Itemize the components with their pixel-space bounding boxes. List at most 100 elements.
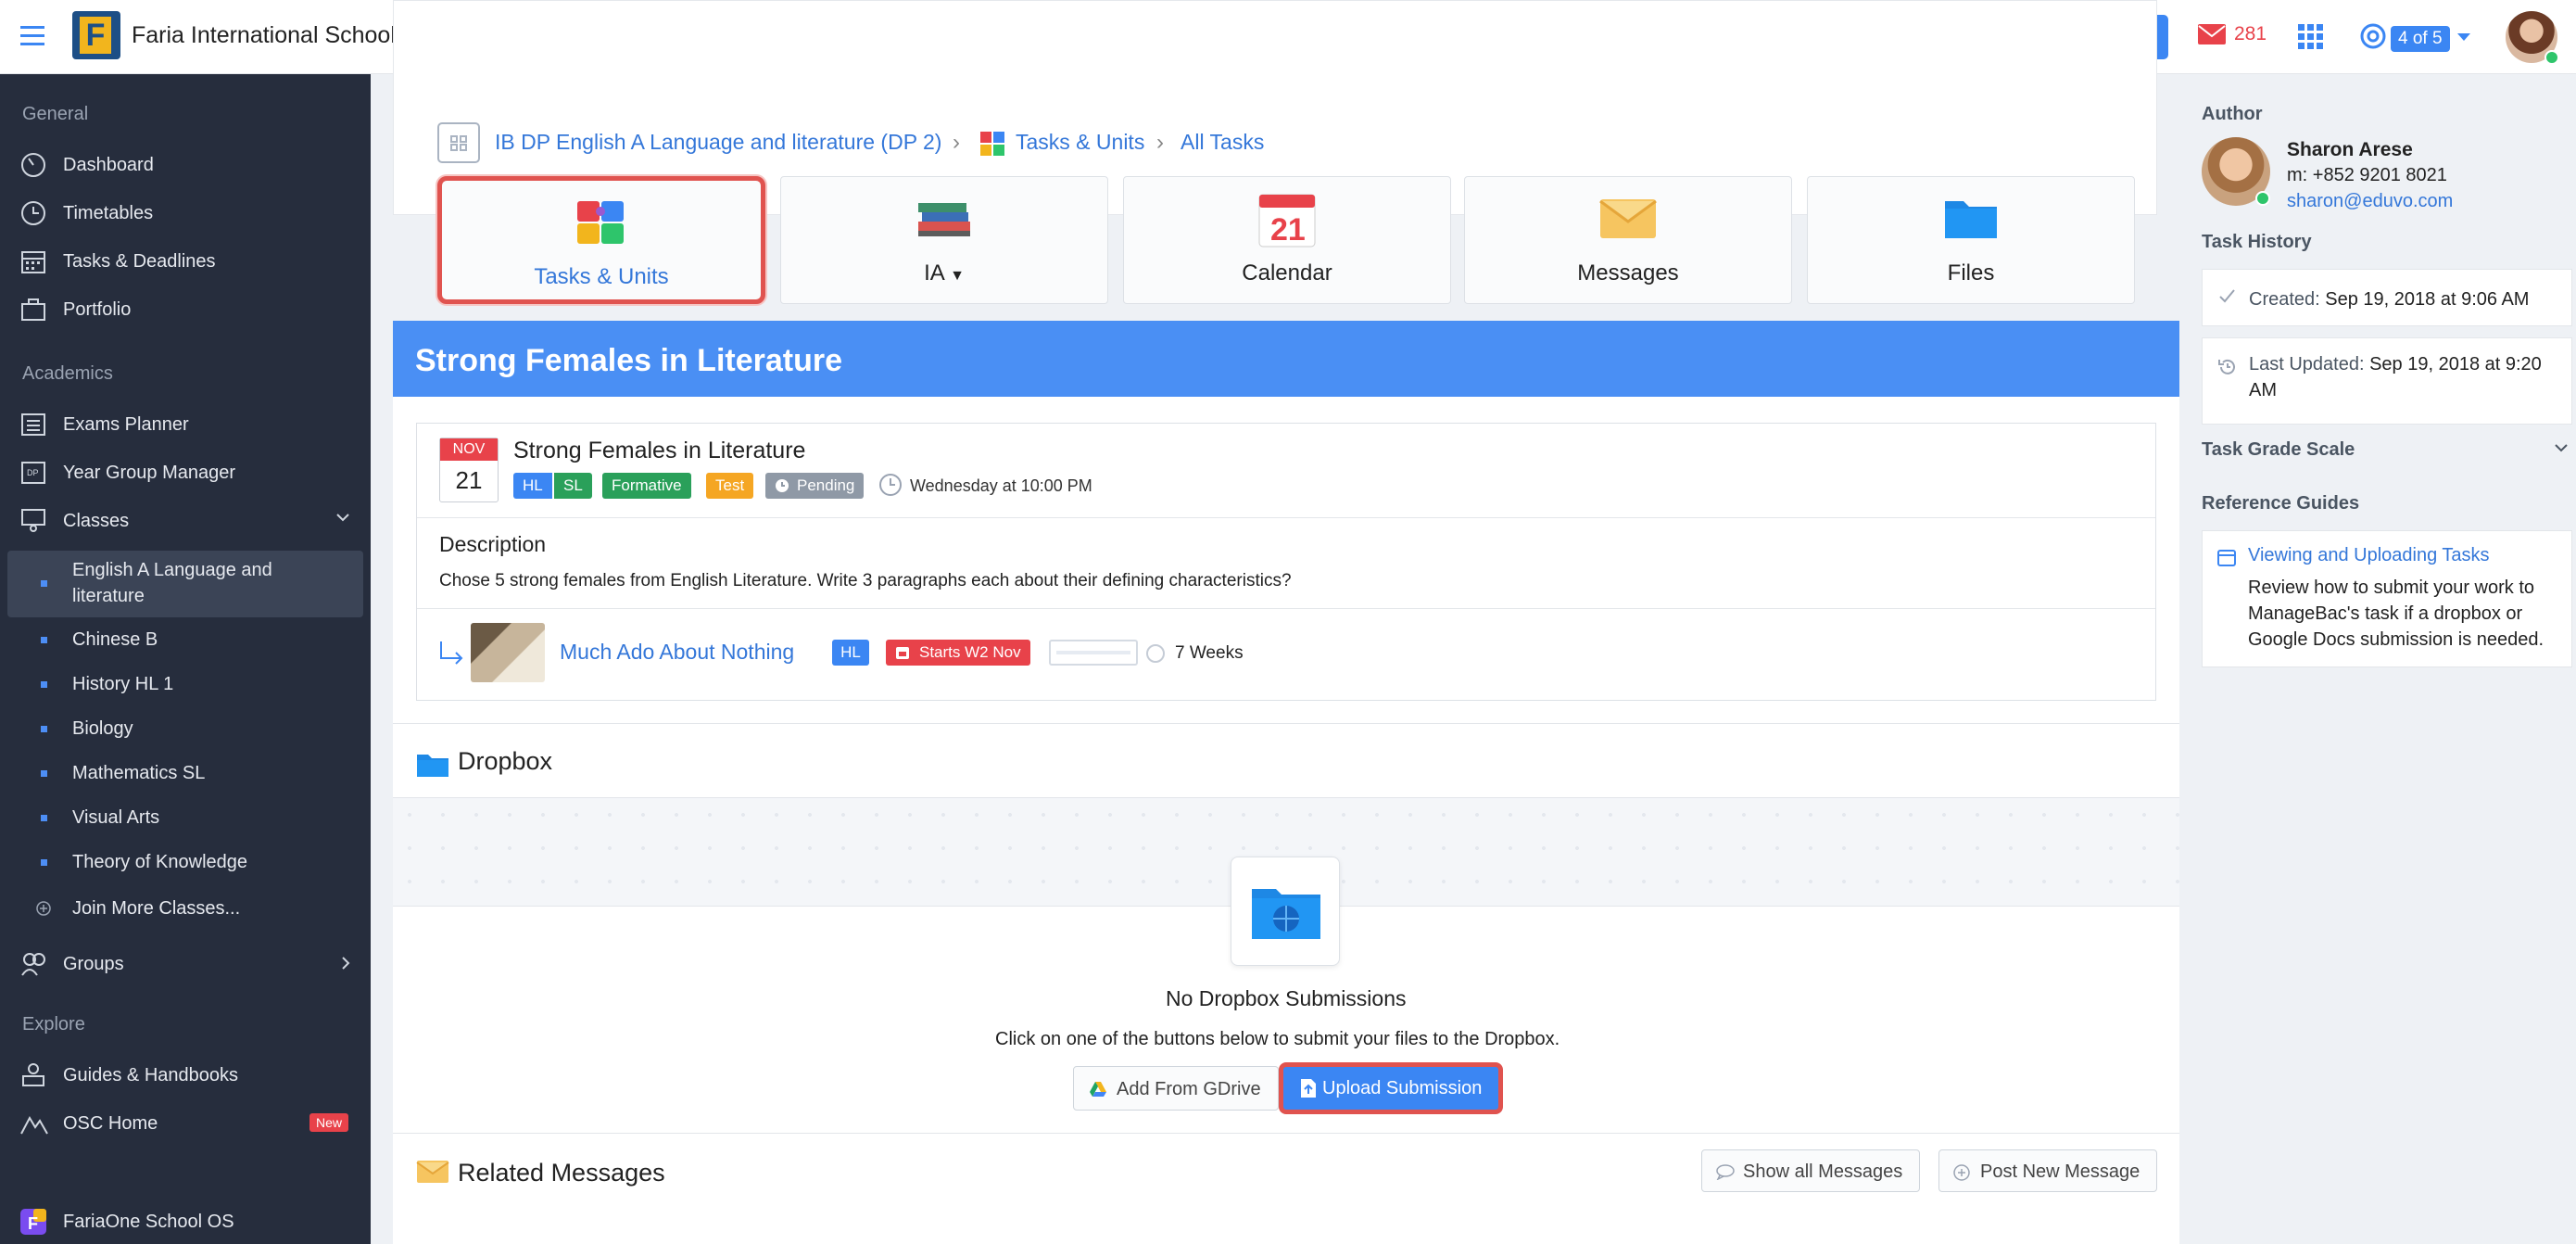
tile-files[interactable]: Files — [1807, 176, 2135, 304]
tile-ia[interactable]: IA ▼ — [780, 176, 1108, 304]
online-indicator — [2255, 191, 2270, 206]
sidebar-item-dashboard[interactable]: Dashboard — [0, 143, 371, 185]
unit-title-link[interactable]: Much Ado About Nothing — [560, 640, 794, 665]
sidebar-item-fariaone[interactable]: F FariaOne School OS — [0, 1200, 371, 1242]
tile-label: Files — [1947, 260, 1995, 286]
class-item-tok[interactable]: Theory of Knowledge — [7, 849, 363, 877]
tile-calendar[interactable]: 21 Calendar — [1123, 176, 1451, 304]
class-bullet — [41, 815, 47, 821]
post-new-message-button[interactable]: Post New Message — [1938, 1149, 2157, 1192]
class-item-history[interactable]: History HL 1 — [7, 671, 363, 699]
sidebar-item-guides[interactable]: Guides & Handbooks — [0, 1053, 371, 1096]
sidebar-item-groups[interactable]: Groups — [0, 942, 371, 984]
tile-messages[interactable]: Messages — [1464, 176, 1792, 304]
briefcase-icon — [21, 298, 45, 321]
menu-icon[interactable] — [20, 24, 48, 48]
file-upload-icon — [1301, 1079, 1316, 1098]
sidebar-item-osc-home[interactable]: OSC Home New — [0, 1101, 371, 1144]
sidebar-section-general: General — [22, 104, 89, 124]
history-updated: Last Updated: Sep 19, 2018 at 9:20 AM — [2249, 354, 2542, 400]
calendar-icon: 21 — [1258, 194, 1316, 248]
sidebar-item-label: Portfolio — [63, 299, 132, 320]
sidebar-item-exams-planner[interactable]: Exams Planner — [0, 402, 371, 445]
breadcrumb-all-tasks[interactable]: All Tasks — [1181, 130, 1264, 155]
reference-guide-link[interactable]: Viewing and Uploading Tasks — [2248, 545, 2490, 566]
mail-icon[interactable] — [2198, 24, 2226, 46]
class-label: English A Language and — [72, 560, 272, 580]
sidebar-item-classes[interactable]: Classes — [0, 499, 371, 541]
author-name: Sharon Arese — [2287, 139, 2413, 160]
sidebar-item-label: Classes — [63, 511, 130, 531]
tag-formative: Formative — [602, 473, 691, 499]
clock-icon — [879, 474, 902, 496]
clock-icon — [1146, 644, 1165, 663]
task-grade-scale-toggle[interactable]: Task Grade Scale — [2202, 439, 2355, 461]
svg-text:DP: DP — [27, 468, 39, 477]
breadcrumb-separator: › — [1156, 130, 1164, 155]
add-from-gdrive-button[interactable]: Add From GDrive — [1073, 1066, 1279, 1111]
caret-down-icon[interactable]: ▼ — [950, 268, 965, 284]
calendar-icon — [896, 647, 909, 659]
no-submissions-help: Click on one of the buttons below to sub… — [995, 1029, 1560, 1049]
class-grid-icon[interactable] — [437, 122, 480, 163]
upload-submission-button[interactable]: Upload Submission — [1279, 1062, 1503, 1114]
unit-duration: 7 Weeks — [1175, 643, 1244, 663]
mail-count[interactable]: 281 — [2234, 23, 2267, 45]
sidebar-item-year-group-manager[interactable]: DP Year Group Manager — [0, 451, 371, 493]
apps-grid-icon[interactable] — [2298, 24, 2324, 50]
unit-thumbnail[interactable] — [471, 623, 545, 682]
show-all-messages-button[interactable]: Show all Messages — [1701, 1149, 1920, 1192]
sidebar-item-label: Groups — [63, 954, 124, 974]
tile-tasks-units[interactable]: Tasks & Units — [437, 176, 765, 304]
class-item-biology[interactable]: Biology — [7, 716, 363, 743]
new-badge: New — [309, 1113, 348, 1132]
class-item-english-a[interactable]: English A Language and literature — [7, 551, 363, 617]
online-indicator — [2544, 50, 2559, 65]
history-created: Created: Sep 19, 2018 at 9:06 AM — [2249, 289, 2530, 310]
breadcrumb-class[interactable]: IB DP English A Language and literature … — [495, 130, 941, 155]
tag-test: Test — [706, 473, 754, 499]
classes-icon — [21, 509, 45, 532]
sidebar-item-portfolio[interactable]: Portfolio — [0, 287, 371, 330]
sidebar-item-label: Guides & Handbooks — [63, 1065, 239, 1085]
breadcrumb-tasks-units[interactable]: Tasks & Units — [1016, 130, 1144, 155]
chevron-right-icon[interactable] — [341, 956, 350, 971]
class-bullet — [41, 770, 47, 777]
pending-icon — [776, 479, 789, 492]
school-logo[interactable]: F — [72, 11, 120, 59]
chevron-down-icon[interactable] — [2554, 443, 2569, 452]
sidebar-item-timetables[interactable]: Timetables — [0, 191, 371, 234]
sidebar-item-tasks-deadlines[interactable]: Tasks & Deadlines — [0, 239, 371, 282]
class-item-visual-arts[interactable]: Visual Arts — [7, 805, 363, 832]
task-history-heading: Task History — [2202, 232, 2312, 252]
author-email-link[interactable]: sharon@eduvo.com — [2287, 191, 2453, 212]
author-avatar[interactable] — [2202, 137, 2270, 206]
sidebar-item-label: Tasks & Deadlines — [63, 251, 216, 272]
chevron-down-icon[interactable] — [335, 513, 350, 522]
divider — [417, 608, 2155, 609]
unit-progress-bar — [1049, 640, 1138, 666]
sidebar-item-label: Dashboard — [63, 155, 154, 175]
class-label: Visual Arts — [72, 807, 160, 828]
history-icon — [2218, 359, 2235, 374]
puzzle-icon — [980, 132, 1004, 156]
tag-pending: Pending — [765, 473, 865, 499]
sidebar-item-label: Exams Planner — [63, 414, 189, 435]
plus-circle-icon — [36, 901, 51, 916]
class-bullet — [41, 681, 47, 688]
envelope-icon — [416, 1161, 449, 1183]
site-switch-badge[interactable]: 4 of 5 — [2391, 26, 2450, 52]
class-item-mathematics[interactable]: Mathematics SL — [7, 760, 363, 788]
sidebar-section-explore: Explore — [22, 1014, 85, 1035]
class-label: Biology — [72, 718, 133, 739]
user-avatar[interactable] — [2506, 11, 2559, 65]
tag-sl: SL — [554, 473, 592, 499]
arrow-return-icon — [440, 641, 463, 665]
lifebuoy-icon[interactable] — [2359, 22, 2387, 50]
class-item-chinese-b[interactable]: Chinese B — [7, 627, 363, 654]
unit-start-tag: Starts W2 Nov — [886, 640, 1030, 666]
envelope-icon — [1599, 199, 1657, 238]
class-label: Theory of Knowledge — [72, 852, 248, 872]
join-more-classes[interactable]: Join More Classes... — [7, 895, 363, 923]
caret-down-icon[interactable] — [2457, 33, 2470, 43]
